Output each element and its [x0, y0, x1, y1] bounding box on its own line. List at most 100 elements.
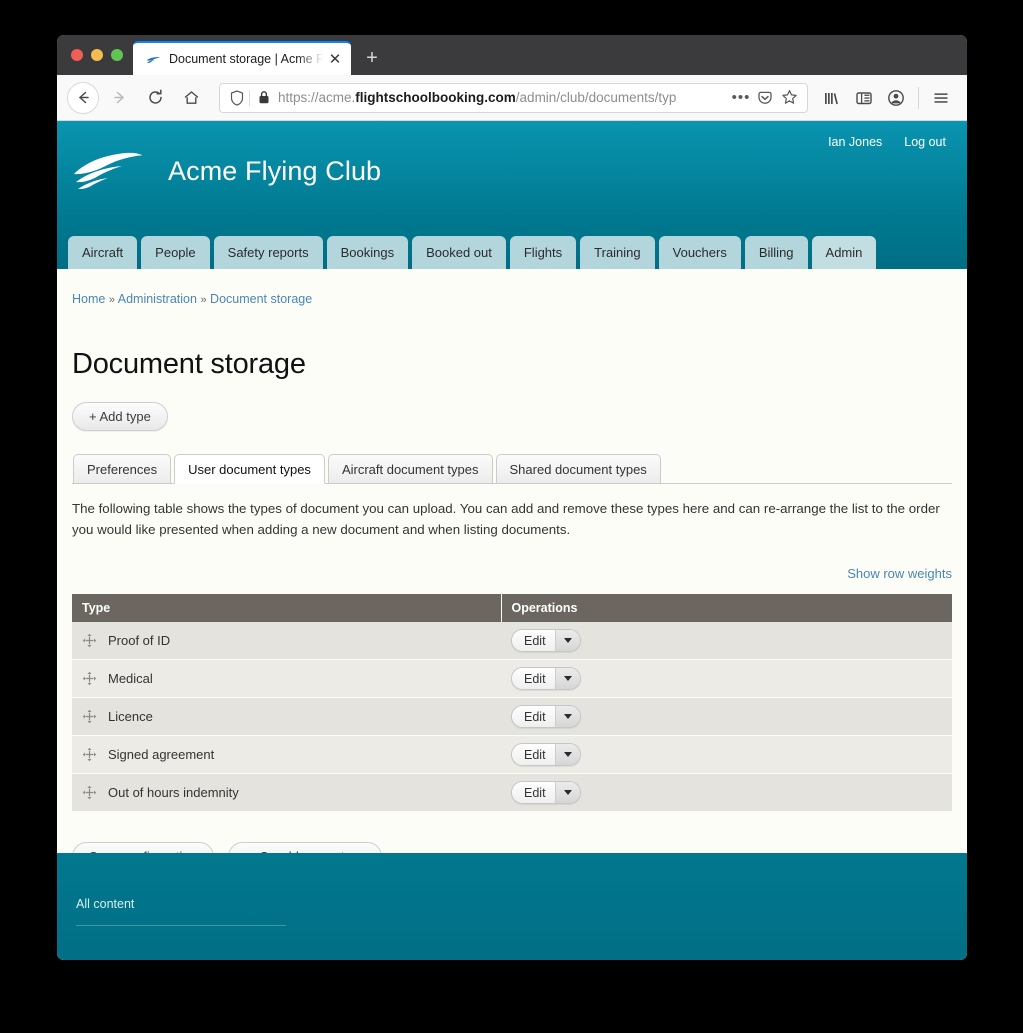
nav-tab-booked-out[interactable]: Booked out [412, 235, 506, 269]
document-type-name: Signed agreement [108, 747, 215, 763]
document-type-name: Out of hours indemnity [108, 785, 239, 801]
chevron-down-icon[interactable] [554, 668, 580, 690]
edit-dropdown-button[interactable]: Edit [511, 705, 581, 729]
show-row-weights-link[interactable]: Show row weights [847, 566, 952, 581]
edit-dropdown-button[interactable]: Edit [511, 629, 581, 653]
column-header-type: Type [72, 594, 502, 623]
tab-preferences[interactable]: Preferences [73, 454, 172, 484]
nav-tab-flights[interactable]: Flights [509, 235, 577, 269]
edit-dropdown-button[interactable]: Edit [511, 667, 581, 691]
add-type-button[interactable]: + Add type [72, 402, 168, 431]
acme-wings-logo [72, 150, 150, 192]
edit-label[interactable]: Edit [512, 744, 555, 766]
breadcrumb-separator: » [200, 294, 207, 306]
tab-shared-document-types[interactable]: Shared document types [495, 454, 661, 484]
nav-tab-admin[interactable]: Admin [811, 235, 877, 269]
edit-label[interactable]: Edit [512, 630, 555, 652]
table-body: Proof of ID Edit Medical Edit Licence Ed… [72, 622, 952, 813]
breadcrumb-item-administration[interactable]: Administration [118, 292, 197, 306]
maximize-window-button[interactable] [111, 49, 123, 61]
drag-handle-icon[interactable] [82, 785, 97, 800]
table-row: Licence Edit [72, 697, 952, 737]
chevron-down-icon[interactable] [554, 782, 580, 804]
nav-tab-bookings[interactable]: Bookings [326, 235, 409, 269]
cell-operations: Edit [501, 622, 952, 661]
table-row: Signed agreement Edit [72, 735, 952, 775]
address-bar[interactable]: https://acme.flightschoolbooking.com/adm… [219, 82, 808, 113]
nav-tab-people[interactable]: People [141, 235, 210, 269]
document-type-tabs: Preferences User document types Aircraft… [72, 453, 952, 484]
breadcrumb-item-home[interactable]: Home [72, 292, 105, 306]
chevron-down-icon[interactable] [554, 744, 580, 766]
account-icon[interactable] [880, 82, 912, 114]
forward-icon[interactable] [103, 82, 135, 114]
address-bar-divider [249, 89, 250, 106]
browser-tab-title: Document storage | Acme Flying Club [169, 52, 325, 66]
padlock-icon[interactable] [255, 90, 273, 105]
drag-handle-icon[interactable] [82, 709, 97, 724]
pocket-icon[interactable] [753, 90, 777, 106]
user-account-link[interactable]: Ian Jones [828, 135, 882, 149]
drag-handle-icon[interactable] [82, 747, 97, 762]
cell-type: Licence [72, 697, 501, 737]
logout-link[interactable]: Log out [904, 135, 946, 149]
close-icon[interactable]: ✕ [325, 49, 345, 69]
chevron-down-icon[interactable] [554, 630, 580, 652]
star-icon[interactable] [777, 89, 801, 106]
browser-tab[interactable]: Document storage | Acme Flying Club ✕ [133, 41, 351, 75]
table-row: Proof of ID Edit [72, 622, 952, 661]
breadcrumb-separator: » [108, 294, 115, 306]
edit-label[interactable]: Edit [512, 706, 555, 728]
page-viewport: Acme Flying Club Ian Jones Log out Aircr… [57, 121, 967, 960]
add-type-toolbar: + Add type [72, 402, 952, 431]
cell-operations: Edit [501, 697, 952, 737]
cell-type: Medical [72, 659, 501, 699]
reload-icon[interactable] [139, 82, 171, 114]
nav-tab-safety-reports[interactable]: Safety reports [213, 235, 323, 269]
edit-dropdown-button[interactable]: Edit [511, 781, 581, 805]
tab-user-document-types[interactable]: User document types [174, 454, 325, 484]
table-header-row: Type Operations [72, 594, 952, 623]
screenshot-root: Document storage | Acme Flying Club ✕ + [0, 0, 1023, 1033]
cell-type: Out of hours indemnity [72, 773, 501, 813]
tracking-protection-shield-icon[interactable] [226, 89, 248, 106]
edit-label[interactable]: Edit [512, 782, 555, 804]
home-icon[interactable] [175, 82, 207, 114]
main-content: Home » Administration » Document storage… [57, 269, 967, 872]
browser-toolbar: https://acme.flightschoolbooking.com/adm… [57, 75, 967, 121]
footer-link-all-content[interactable]: All content [76, 897, 286, 911]
nav-tab-vouchers[interactable]: Vouchers [658, 235, 741, 269]
minimize-window-button[interactable] [91, 49, 103, 61]
edit-label[interactable]: Edit [512, 668, 555, 690]
nav-tab-aircraft[interactable]: Aircraft [68, 235, 138, 269]
breadcrumb-item-document-storage[interactable]: Document storage [210, 292, 312, 306]
browser-tab-strip: Document storage | Acme Flying Club ✕ + [57, 35, 967, 75]
nav-tab-billing[interactable]: Billing [744, 235, 808, 269]
hamburger-menu-icon[interactable] [925, 82, 957, 114]
new-tab-button[interactable]: + [355, 41, 389, 75]
browser-window: Document storage | Acme Flying Club ✕ + [57, 35, 967, 960]
sidebar-icon[interactable] [848, 82, 880, 114]
library-icon[interactable] [816, 82, 848, 114]
document-type-name: Medical [108, 671, 153, 687]
table-row: Medical Edit [72, 659, 952, 699]
footer-divider [76, 925, 286, 926]
edit-dropdown-button[interactable]: Edit [511, 743, 581, 767]
column-header-operations: Operations [501, 594, 952, 623]
back-icon[interactable] [67, 81, 99, 114]
cell-operations: Edit [501, 773, 952, 813]
page-actions-icon[interactable]: ••• [729, 89, 753, 106]
drag-handle-icon[interactable] [82, 633, 97, 648]
site-header: Acme Flying Club Ian Jones Log out [57, 121, 967, 221]
chevron-down-icon[interactable] [554, 706, 580, 728]
drag-handle-icon[interactable] [82, 671, 97, 686]
page-description: The following table shows the types of d… [72, 501, 940, 537]
breadcrumb: Home » Administration » Document storage [72, 289, 952, 306]
nav-tab-training[interactable]: Training [580, 235, 655, 269]
footer-column: All content [76, 897, 286, 926]
toolbar-divider [918, 86, 919, 109]
document-types-table: Type Operations Proof of ID Edit Medical… [72, 594, 952, 813]
site-brand[interactable]: Acme Flying Club [72, 150, 381, 192]
close-window-button[interactable] [71, 49, 83, 61]
tab-aircraft-document-types[interactable]: Aircraft document types [327, 454, 493, 484]
